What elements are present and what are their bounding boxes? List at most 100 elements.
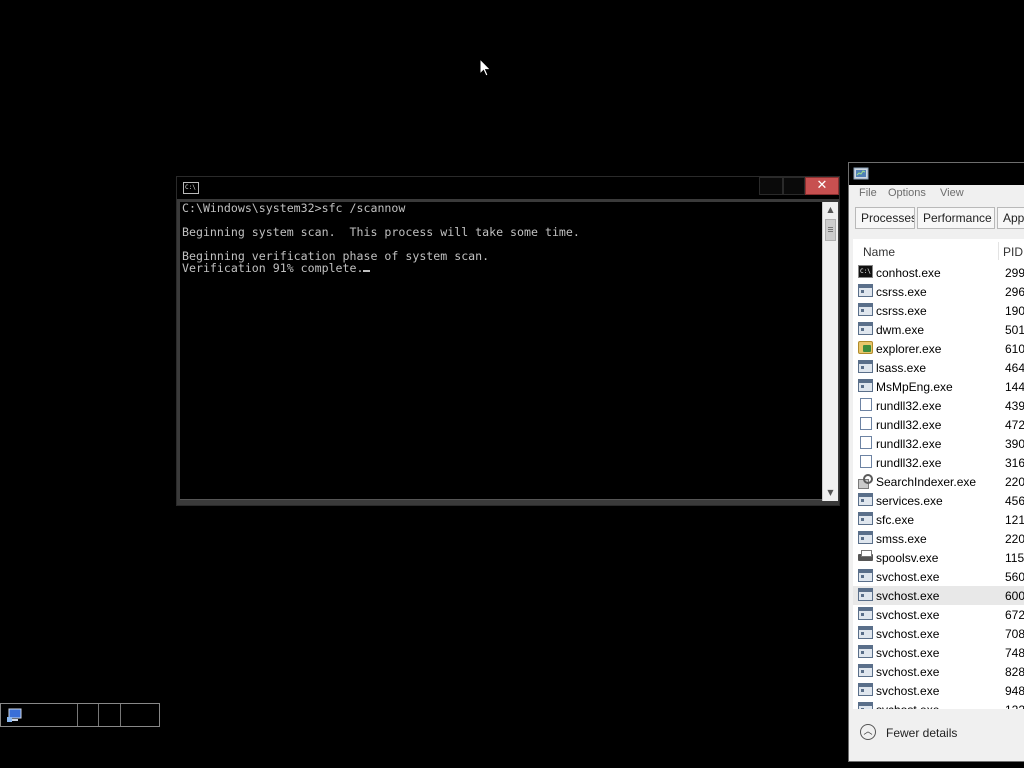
command-prompt-window[interactable]: C:\ ✕ C:\Windows\system32>sfc /scannow B… <box>176 176 840 506</box>
process-row[interactable]: explorer.exe 6104 <box>853 339 1024 358</box>
task-manager-icon <box>853 167 869 180</box>
process-pid: 560 <box>1005 570 1024 584</box>
process-row[interactable]: svchost.exe 1220 <box>853 700 1024 709</box>
process-name: rundll32.exe <box>876 399 942 413</box>
close-button[interactable]: ✕ <box>805 177 839 195</box>
console-output[interactable]: C:\Windows\system32>sfc /scannow Beginni… <box>180 202 825 499</box>
window-icon <box>858 664 873 677</box>
column-divider[interactable] <box>998 242 999 260</box>
column-header-pid[interactable]: PID <box>1003 245 1023 259</box>
minimized-window-bar[interactable] <box>0 703 160 727</box>
process-pid: 5012 <box>1005 323 1024 337</box>
tab-performance[interactable]: Performance <box>917 207 995 229</box>
process-name: smss.exe <box>876 532 927 546</box>
process-row[interactable]: MsMpEng.exe 1440 <box>853 377 1024 396</box>
process-row[interactable]: rundll32.exe 3160 <box>853 453 1024 472</box>
process-row[interactable]: svchost.exe 828 <box>853 662 1024 681</box>
menu-file[interactable]: File <box>859 187 877 199</box>
minimize-button[interactable] <box>759 177 783 195</box>
process-pid: 828 <box>1005 665 1024 679</box>
process-rows: C:\conhost.exe 2996 csrss.exe 296 csrss.exe 1… <box>853 263 1024 709</box>
process-row[interactable]: dwm.exe 5012 <box>853 320 1024 339</box>
vertical-scrollbar[interactable]: ▲ ▼ <box>822 202 838 501</box>
process-pid: 1440 <box>1005 380 1024 394</box>
computer-icon[interactable] <box>7 707 23 723</box>
page-icon <box>860 417 872 430</box>
console-icon[interactable]: C:\ <box>183 182 199 194</box>
tab-app-history[interactable]: App <box>997 207 1024 229</box>
console-line: Verification 91% complete. <box>182 261 364 275</box>
process-row[interactable]: svchost.exe 748 <box>853 643 1024 662</box>
process-pid: 296 <box>1005 285 1024 299</box>
process-name: MsMpEng.exe <box>876 380 953 394</box>
process-name: rundll32.exe <box>876 437 942 451</box>
process-name: rundll32.exe <box>876 418 942 432</box>
process-row[interactable]: csrss.exe 1904 <box>853 301 1024 320</box>
scroll-down-arrow-icon[interactable]: ▼ <box>823 485 838 501</box>
window-icon <box>858 284 873 297</box>
process-pid: 3160 <box>1005 456 1024 470</box>
process-pid: 220 <box>1005 532 1024 546</box>
process-row[interactable]: rundll32.exe 4728 <box>853 415 1024 434</box>
process-row[interactable]: rundll32.exe 4396 <box>853 396 1024 415</box>
process-row[interactable]: SearchIndexer.exe 2204 <box>853 472 1024 491</box>
process-row[interactable]: services.exe 456 <box>853 491 1024 510</box>
maximize-button[interactable] <box>99 704 121 726</box>
process-name: csrss.exe <box>876 304 927 318</box>
menu-view[interactable]: View <box>940 187 964 199</box>
process-list[interactable]: Name PID C:\conhost.exe2996csrss.exe296c… <box>853 239 1024 709</box>
close-icon: ✕ <box>816 178 828 193</box>
task-manager-window[interactable]: File Options View Processes Performance … <box>848 162 1024 762</box>
process-row[interactable]: csrss.exe 296 <box>853 282 1024 301</box>
close-button[interactable] <box>121 704 159 726</box>
scroll-up-arrow-icon[interactable]: ▲ <box>823 202 838 218</box>
process-name: explorer.exe <box>876 342 942 356</box>
console-icon: C:\ <box>858 265 873 278</box>
console-text: C:\Windows\system32>sfc /scannow Beginni… <box>182 202 580 274</box>
process-pid: 464 <box>1005 361 1024 375</box>
process-pid: 2996 <box>1005 266 1024 280</box>
chevron-up-icon[interactable]: ︿ <box>860 724 876 740</box>
process-pid: 1220 <box>1005 703 1024 709</box>
process-row[interactable]: svchost.exe 948 <box>853 681 1024 700</box>
window-icon <box>858 607 873 620</box>
task-manager-footer: ︿ Fewer details <box>849 713 1024 761</box>
column-header-name[interactable]: Name <box>863 245 895 259</box>
console-line: C:\Windows\system32>sfc /scannow <box>182 201 406 215</box>
fewer-details-link[interactable]: Fewer details <box>886 726 957 740</box>
horizontal-divider <box>180 499 825 500</box>
menu-options[interactable]: Options <box>888 187 926 199</box>
process-row[interactable]: svchost.exe 672 <box>853 605 1024 624</box>
process-pid: 672 <box>1005 608 1024 622</box>
grip-line <box>828 229 833 230</box>
maximize-button[interactable] <box>783 177 805 195</box>
minimized-title[interactable] <box>23 704 78 726</box>
process-name: svchost.exe <box>876 646 940 660</box>
restore-button[interactable] <box>77 704 99 726</box>
task-manager-title-bar[interactable] <box>849 163 1024 185</box>
window-icon <box>858 512 873 525</box>
process-row[interactable]: svchost.exe 560 <box>853 567 1024 586</box>
process-pid: 948 <box>1005 684 1024 698</box>
scroll-thumb[interactable] <box>825 219 836 241</box>
tab-processes[interactable]: Processes <box>855 207 915 229</box>
window-icon <box>858 588 873 601</box>
process-row[interactable]: sfc.exe 1212 <box>853 510 1024 529</box>
process-name: svchost.exe <box>876 627 940 641</box>
menu-bar: File Options View <box>849 185 1024 203</box>
page-icon <box>860 398 872 411</box>
process-row[interactable]: spoolsv.exe 1156 <box>853 548 1024 567</box>
process-row[interactable]: C:\conhost.exe 2996 <box>853 263 1024 282</box>
process-row[interactable]: smss.exe 220 <box>853 529 1024 548</box>
process-row[interactable]: svchost.exe 708 <box>853 624 1024 643</box>
text-cursor <box>363 270 371 272</box>
process-name: svchost.exe <box>876 570 940 584</box>
process-pid: 600 <box>1005 589 1024 603</box>
cmd-title-bar[interactable]: C:\ ✕ <box>177 177 839 199</box>
process-pid: 4396 <box>1005 399 1024 413</box>
process-row[interactable]: lsass.exe 464 <box>853 358 1024 377</box>
process-row[interactable]: rundll32.exe 3904 <box>853 434 1024 453</box>
process-name: csrss.exe <box>876 285 927 299</box>
process-row[interactable]: svchost.exe 600 <box>853 586 1024 605</box>
process-name: svchost.exe <box>876 684 940 698</box>
